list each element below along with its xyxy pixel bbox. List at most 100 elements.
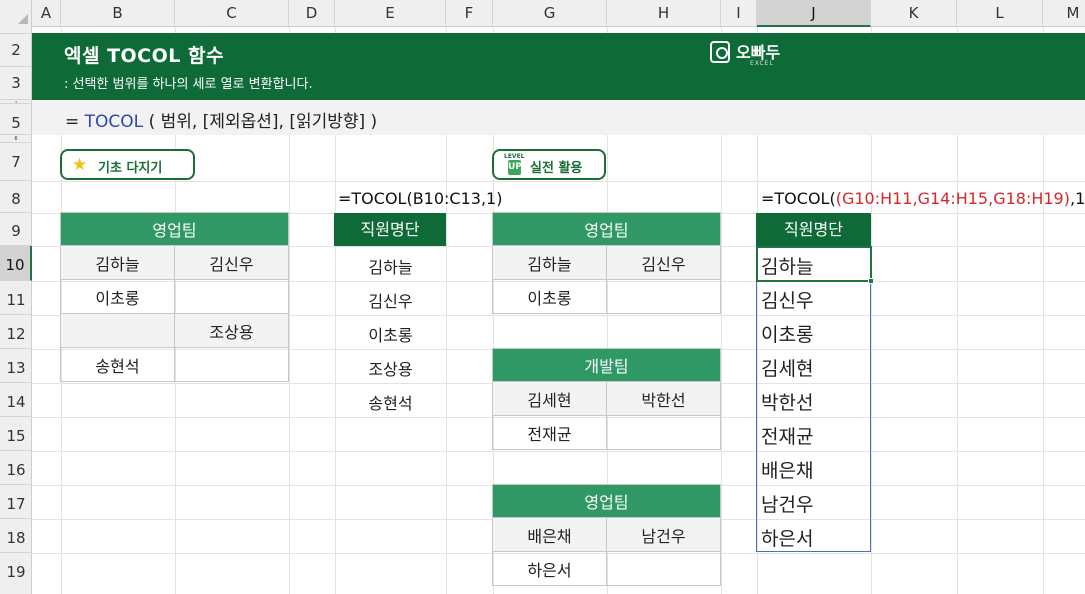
advanced-result-item[interactable]: 남건우 (761, 490, 813, 517)
advanced-result-header[interactable]: 직원명단 (756, 213, 871, 246)
select-all-corner[interactable] (0, 0, 32, 27)
advanced-formula-prefix: =TOCOL( (761, 189, 836, 208)
star-icon: ★ (72, 155, 88, 175)
row-header-13[interactable]: 13 (0, 349, 32, 383)
page-title: 엑셀 TOCOL 함수 (64, 45, 224, 67)
gridline (32, 181, 1085, 182)
cell-b11[interactable]: 이초롱 (60, 279, 175, 314)
column-header-b[interactable]: B (61, 0, 175, 27)
row-header-17[interactable]: 17 (0, 485, 32, 519)
cell-h15[interactable] (606, 415, 721, 450)
row-header-7[interactable]: 7 (0, 143, 32, 181)
advanced-table-header[interactable]: 개발팀 (492, 348, 721, 382)
column-header-l[interactable]: L (957, 0, 1043, 27)
basic-formula[interactable]: =TOCOL(B10:C13,1) (338, 189, 502, 208)
cell-g19[interactable]: 하은서 (492, 551, 607, 586)
row-header-16[interactable]: 16 (0, 451, 32, 485)
row-header-8[interactable]: 8 (0, 181, 32, 213)
cell-h18[interactable]: 남건우 (606, 517, 721, 552)
cell-b13[interactable]: 송현석 (60, 347, 175, 382)
row-header-5[interactable]: 5 (0, 104, 32, 135)
column-header-m[interactable]: M (1043, 0, 1085, 27)
level-up-icon-glyph: UP (508, 160, 522, 175)
syntax-function-name: TOCOL (84, 112, 144, 132)
cell-g14[interactable]: 김세현 (492, 381, 607, 416)
row-header-9[interactable]: 9 (0, 213, 32, 246)
cell-b12[interactable] (60, 313, 175, 348)
basic-table-header[interactable]: 영업팀 (60, 212, 289, 246)
advanced-formula[interactable]: =TOCOL((G10:H11,G14:H15,G18:H19),1) (761, 189, 1085, 208)
cell-b10[interactable]: 김하늘 (60, 245, 175, 280)
row-header-14[interactable]: 14 (0, 383, 32, 417)
cell-c10[interactable]: 김신우 (174, 245, 289, 280)
title-banner: 엑셀 TOCOL 함수 : 선택한 범위를 하나의 세로 열로 변환합니다. 오… (32, 33, 1085, 100)
column-header-e[interactable]: E (335, 0, 446, 27)
row-header-19[interactable]: 19 (0, 553, 32, 594)
row-header-bar: 2 3 4 5 6 7 8 9 10 11 12 13 14 15 16 17 … (0, 27, 32, 594)
column-header-f[interactable]: F (446, 0, 493, 27)
row-header-1[interactable] (0, 27, 32, 34)
advanced-result-item[interactable]: 이초롱 (761, 320, 813, 347)
cell-c12[interactable]: 조상용 (174, 313, 289, 348)
row-header-6[interactable]: 6 (0, 135, 32, 143)
logo-icon (710, 41, 730, 63)
row-header-3[interactable]: 3 (0, 67, 32, 100)
row-header-15[interactable]: 15 (0, 417, 32, 451)
fill-handle[interactable] (868, 278, 874, 284)
advanced-result-item[interactable]: 김신우 (761, 286, 813, 313)
column-header-i[interactable]: I (721, 0, 757, 27)
cell-g10[interactable]: 김하늘 (492, 245, 607, 280)
advanced-table-header[interactable]: 영업팀 (492, 212, 721, 246)
column-header-bar: A B C D E F G H I J K L M (0, 0, 1085, 27)
advanced-result-item[interactable]: 김세현 (761, 354, 813, 381)
advanced-source-table-dev: 개발팀 김세현 박한선 전재균 (492, 348, 721, 450)
column-header-a[interactable]: A (32, 0, 61, 27)
cell-h14[interactable]: 박한선 (606, 381, 721, 416)
cell-g18[interactable]: 배은채 (492, 517, 607, 552)
basic-result-item[interactable]: 송현석 (335, 390, 446, 414)
basic-section-badge: ★ 기초 다지기 (60, 149, 195, 180)
advanced-result-item[interactable]: 배은채 (761, 456, 813, 483)
column-header-k[interactable]: K (871, 0, 957, 27)
basic-result-item[interactable]: 이초롱 (335, 322, 446, 346)
column-header-j[interactable]: J (757, 0, 871, 27)
advanced-section-badge: LEVEL UP 실전 활용 (492, 149, 606, 180)
basic-result-item[interactable]: 김하늘 (335, 254, 446, 278)
column-header-d[interactable]: D (289, 0, 335, 27)
advanced-badge-label: 실전 활용 (530, 161, 583, 176)
basic-result-item[interactable]: 조상용 (335, 356, 446, 380)
basic-result-header[interactable]: 직원명단 (334, 213, 446, 246)
syntax-band: = TOCOL ( 범위, [제외옵션], [읽기방향] ) (32, 100, 1085, 135)
level-up-icon: LEVEL UP (504, 153, 526, 177)
cell-c13[interactable] (174, 347, 289, 382)
cell-h19[interactable] (606, 551, 721, 586)
cell-h10[interactable]: 김신우 (606, 245, 721, 280)
logo-subtext: EXCEL (750, 60, 774, 67)
row-header-18[interactable]: 18 (0, 519, 32, 553)
active-cell-selection[interactable] (756, 246, 872, 282)
advanced-formula-suffix: ,1) (1069, 189, 1085, 208)
advanced-formula-range: (G10:H11,G14:H15,G18:H19) (835, 189, 1070, 208)
advanced-source-table-sales-2: 영업팀 배은채 남건우 하은서 (492, 484, 721, 586)
row-header-2[interactable]: 2 (0, 34, 32, 67)
function-syntax: = TOCOL ( 범위, [제외옵션], [읽기방향] ) (65, 107, 377, 132)
column-header-c[interactable]: C (175, 0, 289, 27)
basic-result-item[interactable]: 김신우 (335, 288, 446, 312)
column-header-g[interactable]: G (493, 0, 607, 27)
cell-h11[interactable] (606, 279, 721, 314)
cell-g15[interactable]: 전재균 (492, 415, 607, 450)
cell-c11[interactable] (174, 279, 289, 314)
level-up-icon-label: LEVEL (504, 153, 525, 160)
advanced-result-item[interactable]: 전재균 (761, 422, 813, 449)
advanced-result-item[interactable]: 하은서 (761, 524, 813, 551)
row-header-12[interactable]: 12 (0, 315, 32, 349)
gridline (32, 451, 1085, 452)
page-subtitle: : 선택한 범위를 하나의 세로 열로 변환합니다. (64, 77, 313, 92)
column-header-h[interactable]: H (607, 0, 721, 27)
row-header-10[interactable]: 10 (0, 246, 32, 281)
row-header-11[interactable]: 11 (0, 281, 32, 315)
advanced-table-header[interactable]: 영업팀 (492, 484, 721, 518)
cell-g11[interactable]: 이초롱 (492, 279, 607, 314)
syntax-arguments: ( 범위, [제외옵션], [읽기방향] ) (148, 112, 378, 132)
advanced-result-item[interactable]: 박한선 (761, 388, 813, 415)
